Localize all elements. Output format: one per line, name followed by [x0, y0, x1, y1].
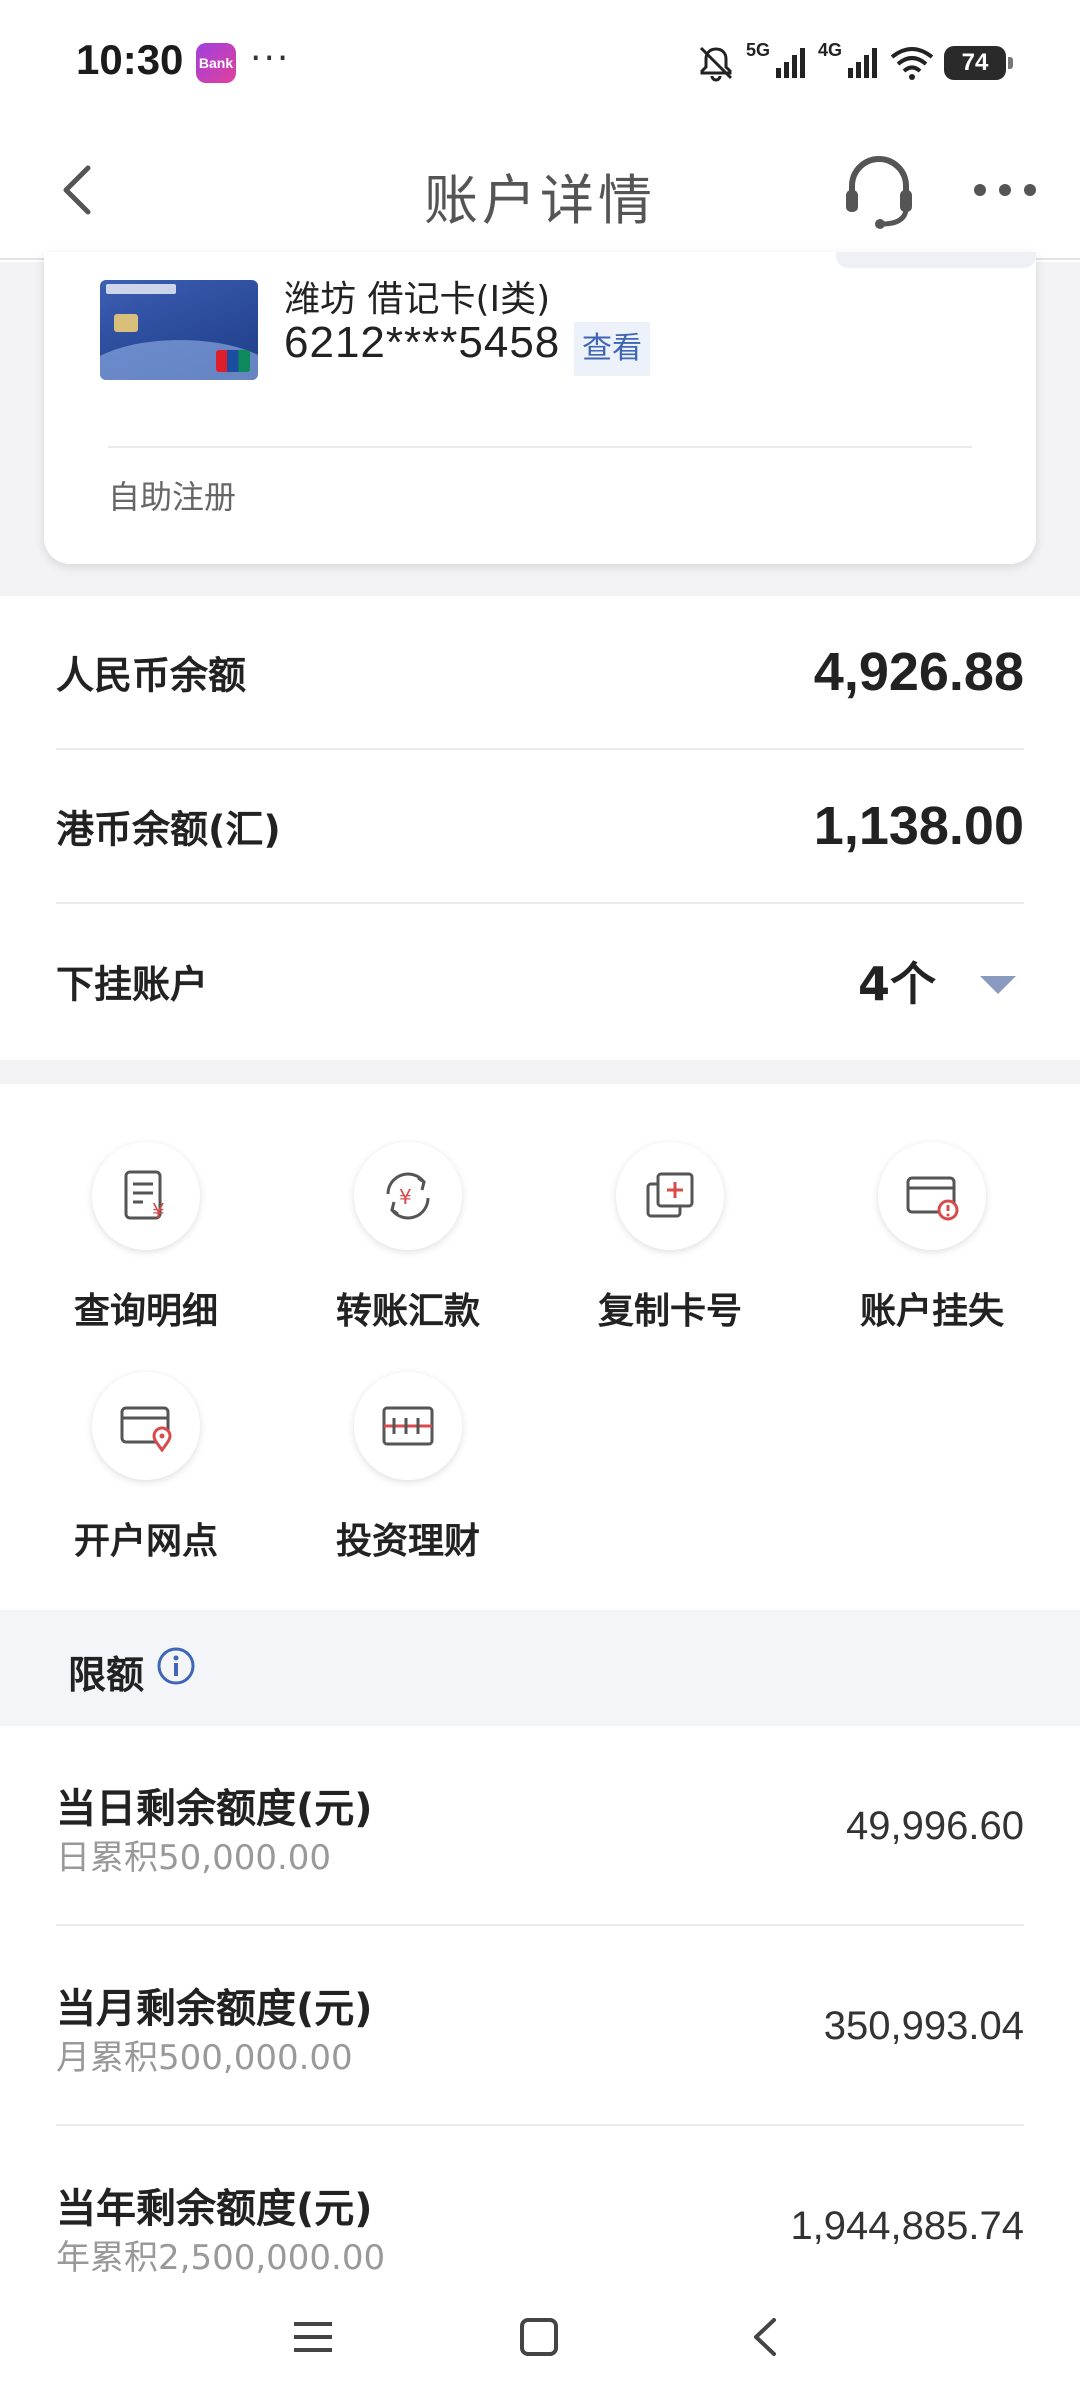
branch-action[interactable]: 开户网点: [46, 1314, 246, 1562]
transfer-icon-circle: ¥: [354, 1142, 462, 1250]
rmb-balance-label: 人民币余额: [56, 653, 247, 698]
yearly-limit-row: 当年剩余额度(元) 年累积2,500,000.00 1,944,885.74: [56, 2126, 1024, 2274]
sub-accounts-label: 下挂账户: [56, 962, 209, 1007]
home-square-icon: [520, 2318, 558, 2356]
view-card-number-button[interactable]: 查看: [574, 322, 650, 376]
daily-limit-label: 当日剩余额度(元): [56, 1786, 373, 1832]
hkd-balance-row: 港币余额(汇) 1,138.00: [56, 750, 1024, 904]
transfer-action[interactable]: ¥ 转账汇款: [308, 1084, 508, 1332]
unionpay-logo-icon: [216, 350, 250, 372]
svg-text:¥: ¥: [399, 1185, 412, 1209]
investment-icon: [382, 1406, 434, 1446]
monthly-limit-total: 月累积500,000.00: [56, 2038, 353, 2078]
debit-card-image: [100, 280, 258, 380]
hkd-balance-label: 港币余额(汇): [56, 807, 281, 852]
signal-5g-icon: [775, 48, 805, 78]
sub-accounts-row[interactable]: 下挂账户 4个: [56, 904, 1024, 1058]
network-4g-label: 4G: [817, 40, 842, 60]
card-name: 潍坊 借记卡(I类): [284, 279, 551, 320]
copy-card-action[interactable]: 复制卡号: [570, 1084, 770, 1332]
action-grid: ¥ 查询明细 ¥ 转账汇款 复制卡号 账户挂失 开户网点 投资理财: [0, 1084, 1080, 1610]
investment-action[interactable]: 投资理财: [308, 1314, 508, 1562]
wifi-icon: [890, 47, 934, 80]
monthly-limit-value: 350,993.04: [823, 2004, 1024, 2048]
back-triangle-icon: [754, 2318, 776, 2356]
status-bar: 10:30 Bank ··· 5G 4G 74: [0, 0, 1080, 120]
report-loss-label: 账户挂失: [859, 1291, 1004, 1332]
card-chip-icon: [114, 314, 138, 332]
limits-header: 限额: [0, 1610, 1080, 1726]
network-5g-label: 5G: [745, 40, 770, 60]
limits-title: 限额: [68, 1653, 145, 1697]
card-summary: 潍坊 借记卡(I类) 6212****5458 查看 自助注册: [44, 252, 1036, 564]
statement-action[interactable]: ¥ 查询明细: [46, 1084, 246, 1332]
branch-location-icon: [120, 1406, 172, 1453]
dropdown-arrow-icon[interactable]: [980, 976, 1016, 994]
investment-label: 投资理财: [335, 1521, 480, 1562]
home-nav-button[interactable]: [514, 2312, 564, 2362]
branch-label: 开户网点: [73, 1521, 218, 1562]
report-loss-action[interactable]: 账户挂失: [832, 1084, 1032, 1332]
yearly-limit-value: 1,944,885.74: [790, 2204, 1024, 2248]
customer-service-button[interactable]: [838, 150, 920, 232]
signal-4g-icon: [848, 48, 877, 78]
back-nav-button[interactable]: [742, 2312, 792, 2362]
statement-icon: ¥: [124, 1170, 165, 1223]
bank-app-notification-icon: Bank: [196, 43, 236, 83]
battery-indicator: 74: [944, 46, 1013, 80]
yearly-limit-label: 当年剩余额度(元): [56, 2186, 373, 2232]
copy-icon: [646, 1172, 694, 1218]
rmb-balance-row: 人民币余额 4,926.88: [56, 596, 1024, 750]
transfer-icon: ¥: [386, 1172, 430, 1220]
status-time: 10:30: [76, 36, 184, 83]
monthly-limit-label: 当月剩余额度(元): [56, 1986, 373, 2032]
menu-nav-button[interactable]: [288, 2312, 338, 2362]
info-icon[interactable]: [156, 1646, 196, 1686]
more-notifications-icon: ···: [250, 38, 291, 79]
svg-text:¥: ¥: [152, 1199, 165, 1223]
report-loss-icon-circle: [878, 1142, 986, 1250]
self-register-link[interactable]: 自助注册: [108, 472, 236, 518]
divider: [108, 446, 972, 448]
more-horizontal-icon: [974, 184, 1036, 196]
card-panel: 潍坊 借记卡(I类) 6212****5458 查看 自助注册: [0, 252, 1080, 596]
bank-logo-icon: [106, 284, 176, 294]
app-header: 账户详情: [0, 120, 1080, 260]
card-tab-stub: [836, 252, 1036, 268]
daily-limit-value: 49,996.60: [846, 1804, 1024, 1848]
headset-icon: [846, 156, 912, 229]
copy-icon-circle: [616, 1142, 724, 1250]
limits-section: 当日剩余额度(元) 日累积50,000.00 49,996.60 当月剩余额度(…: [0, 1726, 1080, 2274]
copy-card-label: 复制卡号: [597, 1291, 742, 1332]
daily-limit-row: 当日剩余额度(元) 日累积50,000.00 49,996.60: [56, 1726, 1024, 1926]
status-indicators: 5G 4G 74: [696, 38, 1013, 88]
yearly-limit-total: 年累积2,500,000.00: [56, 2238, 386, 2274]
report-loss-icon: [906, 1176, 959, 1221]
menu-icon: [294, 2322, 332, 2352]
system-nav-bar: [0, 2274, 1080, 2400]
rmb-balance-value: 4,926.88: [813, 642, 1024, 702]
hkd-balance-value: 1,138.00: [813, 796, 1024, 856]
balance-section: 人民币余额 4,926.88 港币余额(汇) 1,138.00 下挂账户 4个: [0, 596, 1080, 1060]
card-number: 6212****5458: [284, 318, 561, 367]
branch-icon-circle: [92, 1372, 200, 1480]
monthly-limit-row: 当月剩余额度(元) 月累积500,000.00 350,993.04: [56, 1926, 1024, 2126]
sub-accounts-count: 4个: [857, 957, 936, 1011]
info-circle-icon: [157, 1647, 195, 1685]
more-options-button[interactable]: [970, 170, 1040, 210]
section-gap: [0, 1060, 1080, 1084]
statement-icon-circle: ¥: [92, 1142, 200, 1250]
investment-icon-circle: [354, 1372, 462, 1480]
mute-bell-icon: [699, 46, 733, 82]
daily-limit-total: 日累积50,000.00: [56, 1838, 332, 1878]
